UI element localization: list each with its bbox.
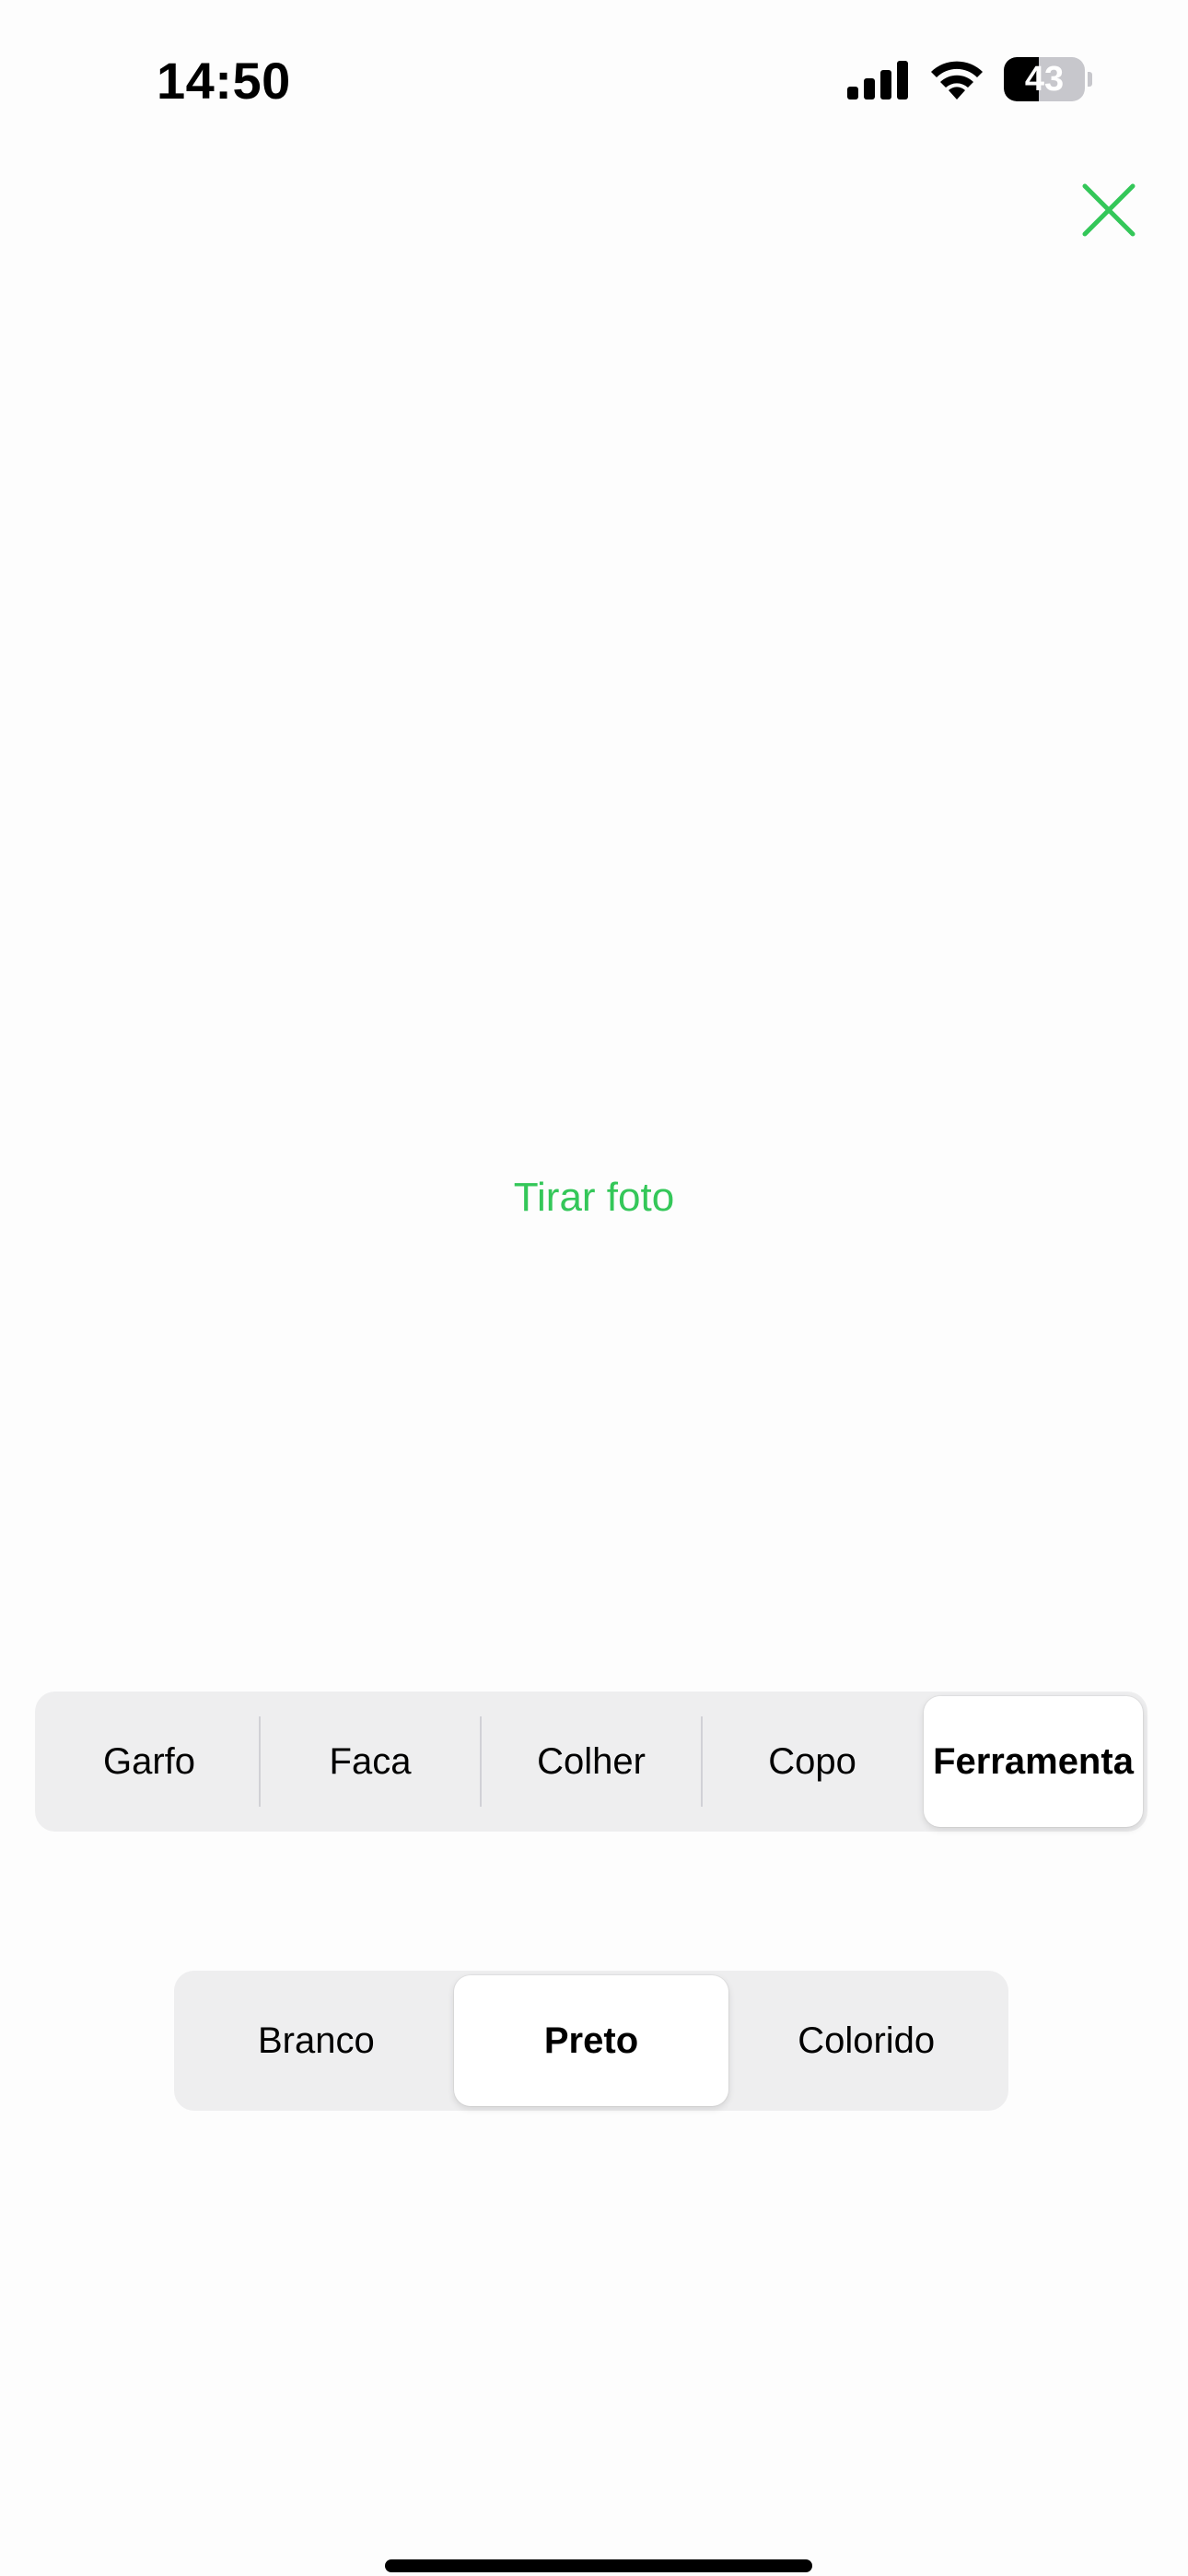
segment-copo[interactable]: Copo: [703, 1696, 922, 1827]
close-icon: [1082, 183, 1136, 237]
home-indicator[interactable]: [385, 2559, 812, 2572]
battery-icon: 43: [1004, 57, 1092, 101]
battery-level-text: 43: [1024, 60, 1065, 99]
take-photo-button[interactable]: Tirar foto: [0, 1170, 1188, 1225]
segment-preto[interactable]: Preto: [453, 1975, 729, 2106]
object-type-segmented-control: Garfo Faca Colher Copo Ferramenta: [35, 1692, 1147, 1832]
close-button[interactable]: [1079, 181, 1138, 240]
color-segmented-control: Branco Preto Colorido: [174, 1971, 1008, 2111]
status-bar-time: 14:50: [157, 52, 291, 110]
segment-colorido[interactable]: Colorido: [728, 1975, 1004, 2106]
segment-faca[interactable]: Faca: [261, 1696, 480, 1827]
segment-garfo[interactable]: Garfo: [40, 1696, 259, 1827]
segment-colher[interactable]: Colher: [482, 1696, 701, 1827]
segment-ferramenta[interactable]: Ferramenta: [924, 1696, 1143, 1827]
segment-branco[interactable]: Branco: [179, 1975, 454, 2106]
wifi-icon: [931, 61, 983, 100]
cellular-signal-icon: [847, 61, 908, 100]
